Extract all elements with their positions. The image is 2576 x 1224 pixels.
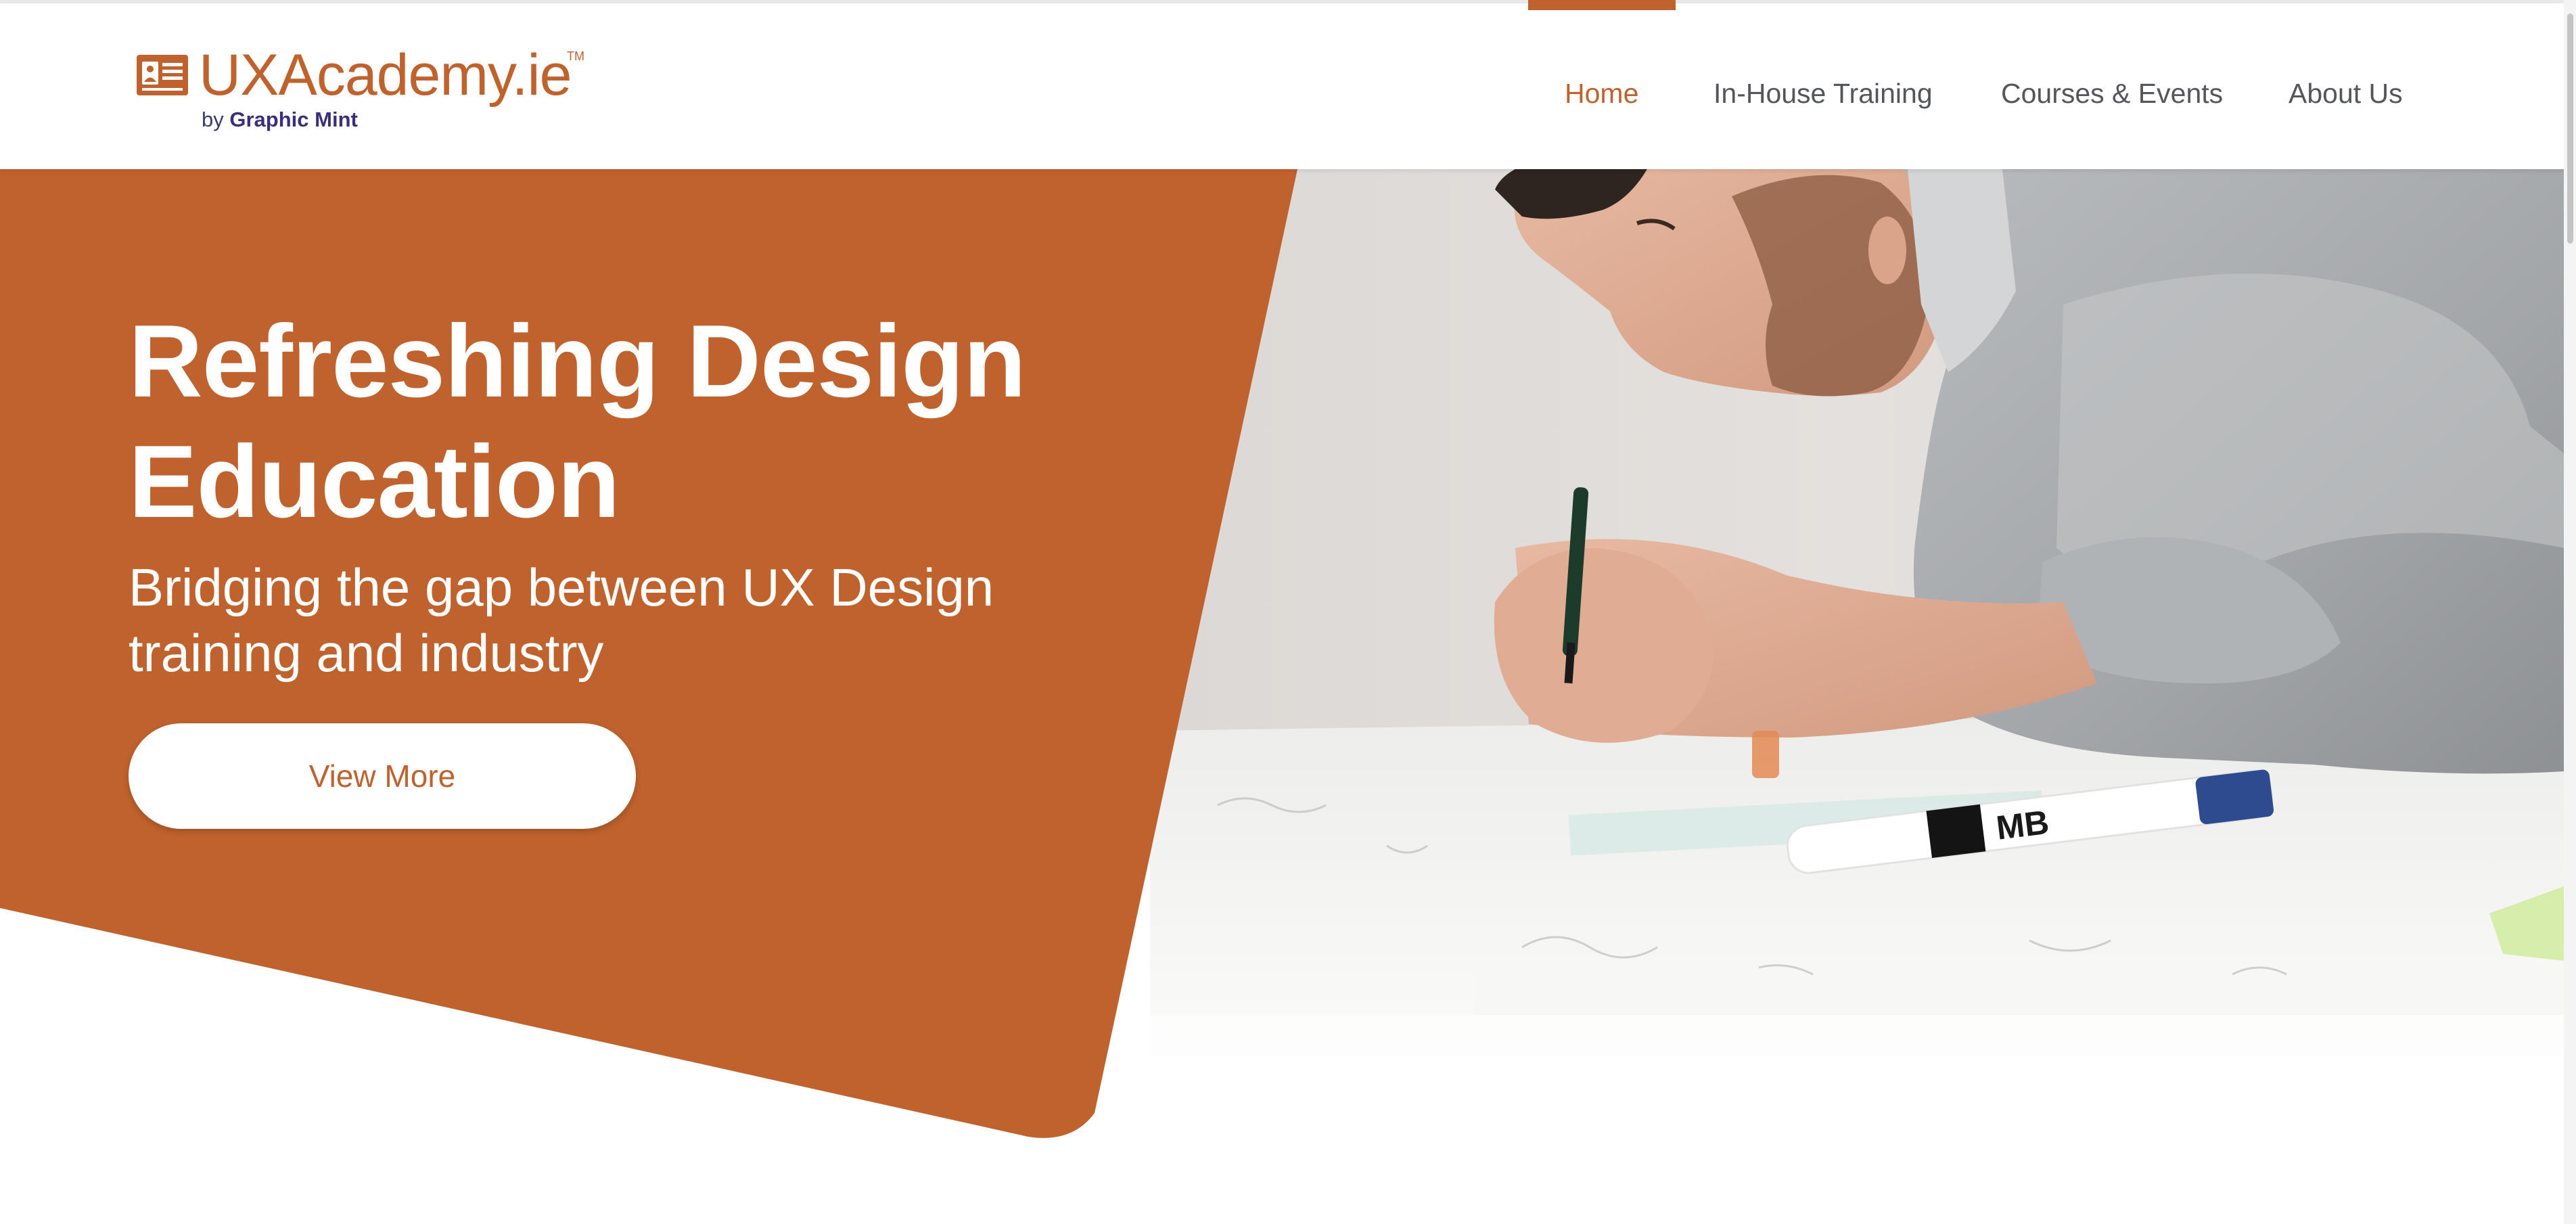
scrollbar-thumb[interactable] — [2567, 14, 2573, 244]
nav-item-courses-events[interactable]: Courses & Events — [2001, 76, 2223, 110]
hero-title: Refreshing Design Education — [129, 304, 1026, 539]
nav-active-indicator — [1528, 0, 1676, 10]
nav-item-in-house-training[interactable]: In-House Training — [1714, 76, 1933, 110]
hero-section: MB Refreshing Design Education Bridging … — [0, 169, 2564, 1224]
main-nav: Home In-House Training Courses & Events … — [0, 0, 2564, 169]
view-more-button[interactable]: View More — [129, 723, 636, 829]
site-header: UXAcademy.ie TM by Graphic Mint Home In-… — [0, 0, 2564, 169]
nav-item-about-us[interactable]: About Us — [2288, 76, 2403, 110]
hero-subtitle: Bridging the gap between UX Design train… — [129, 558, 994, 683]
nav-item-home[interactable]: Home — [1565, 76, 1638, 110]
page-scrollbar[interactable] — [2564, 0, 2576, 1224]
